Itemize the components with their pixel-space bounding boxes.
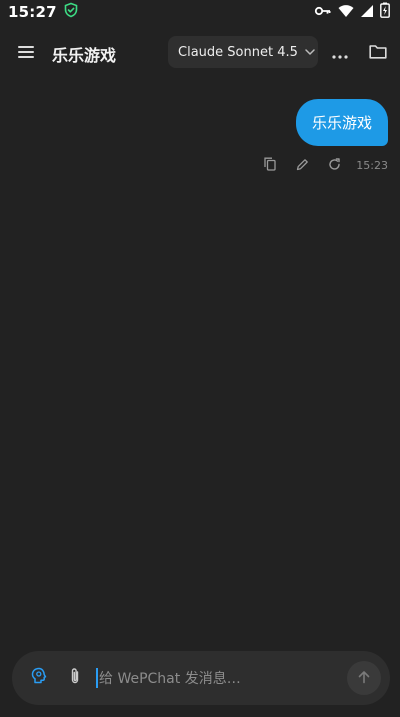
battery-charging-icon xyxy=(380,2,390,22)
menu-button[interactable] xyxy=(14,41,38,65)
message-text: 乐乐游戏 xyxy=(311,114,372,132)
copy-icon xyxy=(264,156,276,175)
user-message-bubble[interactable]: 乐乐游戏 xyxy=(295,99,388,146)
folder-button[interactable] xyxy=(366,41,390,65)
reasoning-toggle-button[interactable] xyxy=(27,666,51,690)
message-timestamp: 15:23 xyxy=(356,158,388,172)
model-label: Claude Sonnet 4.5 xyxy=(178,44,298,60)
status-left: 15:27 xyxy=(8,2,79,22)
folder-icon xyxy=(369,44,387,63)
wifi-icon xyxy=(338,3,354,22)
status-right xyxy=(314,2,390,22)
text-caret xyxy=(96,668,98,688)
message-composer: 给 WePChat 发消息… xyxy=(12,651,390,705)
menu-icon xyxy=(17,44,35,63)
more-horizontal-icon xyxy=(332,44,348,63)
app-bar: 乐乐游戏 Claude Sonnet 4.5 xyxy=(0,30,400,76)
edit-button[interactable] xyxy=(286,155,318,175)
message-actions: 15:23 xyxy=(254,155,388,175)
shield-check-icon xyxy=(63,2,79,22)
chevron-down-icon xyxy=(304,48,316,56)
status-bar: 15:27 xyxy=(0,0,400,24)
more-options-button[interactable] xyxy=(328,41,352,65)
chat-screen: 15:27 乐乐游戏 Claude Sonnet 4.5 乐乐游戏 15:23 … xyxy=(0,0,400,717)
arrow-up-icon xyxy=(357,669,371,688)
send-button[interactable] xyxy=(347,661,381,695)
refresh-icon xyxy=(328,156,341,175)
model-selector[interactable]: Claude Sonnet 4.5 xyxy=(168,36,318,68)
attach-button[interactable] xyxy=(63,666,87,690)
paperclip-icon xyxy=(69,667,81,689)
signal-icon xyxy=(360,3,374,22)
message-input-placeholder: 给 WePChat 发消息… xyxy=(99,671,241,687)
edit-icon xyxy=(296,156,309,175)
status-time: 15:27 xyxy=(8,3,57,21)
copy-button[interactable] xyxy=(254,155,286,175)
key-icon xyxy=(314,3,332,22)
regenerate-button[interactable] xyxy=(318,155,350,175)
brain-icon xyxy=(30,667,48,689)
message-input[interactable]: 给 WePChat 发消息… xyxy=(96,666,336,690)
conversation-title: 乐乐游戏 xyxy=(52,46,117,65)
